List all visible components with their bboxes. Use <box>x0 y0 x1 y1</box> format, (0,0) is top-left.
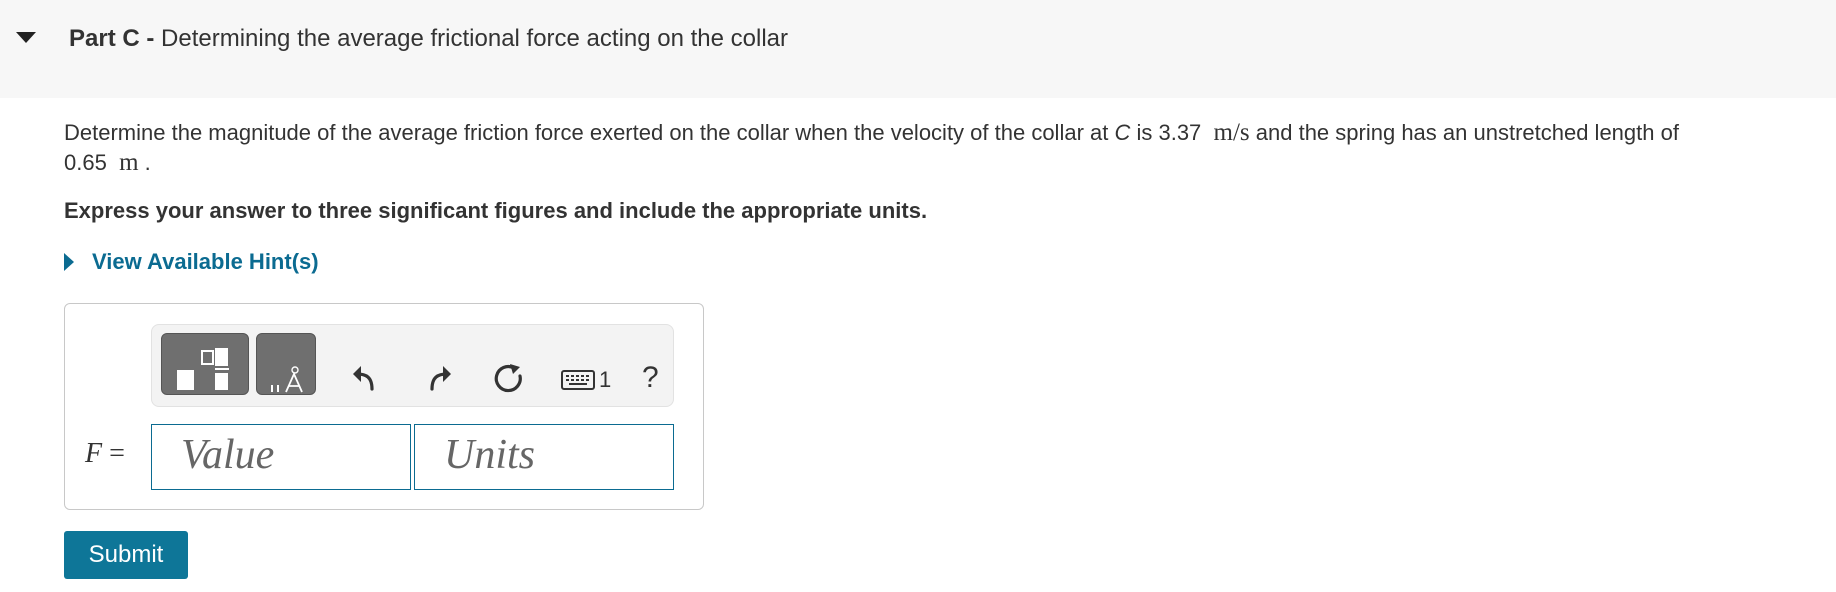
length-unit: m <box>119 149 139 176</box>
caret-right-icon <box>64 253 74 271</box>
velocity-value: is 3.37 <box>1130 120 1202 145</box>
question-content: Determine the magnitude of the average f… <box>64 118 1804 275</box>
part-separator: - <box>139 25 162 52</box>
question-text-part-3: and the spring has an unstretched length… <box>1249 120 1679 145</box>
part-title-text: Determining the average frictional force… <box>161 25 789 52</box>
velocity-unit: m/s <box>1213 119 1250 146</box>
templates-button[interactable] <box>161 333 249 395</box>
question-text: Determine the magnitude of the average f… <box>64 118 1804 178</box>
keyboard-shortcut-button[interactable]: 1 <box>561 367 611 395</box>
symbols-button[interactable] <box>256 333 316 395</box>
length-value: 0.65 <box>64 150 107 175</box>
part-header: Part C - Determining the average frictio… <box>0 0 1836 98</box>
math-toolbar: 1 ? <box>151 324 674 407</box>
redo-icon[interactable] <box>426 363 454 391</box>
units-input[interactable]: Units <box>414 424 674 490</box>
templates-icon <box>177 348 229 390</box>
question-text-part-1: Determine the magnitude of the average f… <box>64 120 1115 145</box>
keyboard-shortcut-suffix: 1 <box>599 367 612 392</box>
question-period: . <box>144 150 151 175</box>
undo-icon[interactable] <box>350 363 378 391</box>
hint-label: View Available Hint(s) <box>92 249 319 274</box>
reset-icon[interactable] <box>493 362 525 394</box>
value-input[interactable]: Value <box>151 424 411 490</box>
part-label: Part C <box>69 25 140 52</box>
instruction-text: Express your answer to three significant… <box>64 198 928 223</box>
view-hints-link[interactable]: View Available Hint(s) <box>64 249 1804 275</box>
variable-symbol: F <box>85 438 103 469</box>
symbols-icon <box>271 366 303 393</box>
variable-label: F = <box>85 438 125 470</box>
part-title: Part C - Determining the average frictio… <box>69 25 788 53</box>
submit-button[interactable]: Submit <box>64 531 188 579</box>
answer-box: 1 ? F = Value Units <box>64 303 704 510</box>
keyboard-icon <box>561 370 595 390</box>
collapse-toggle-icon[interactable] <box>16 32 36 43</box>
help-icon[interactable]: ? <box>642 361 659 395</box>
point-c: C <box>1114 120 1131 145</box>
equals-sign: = <box>109 438 125 469</box>
